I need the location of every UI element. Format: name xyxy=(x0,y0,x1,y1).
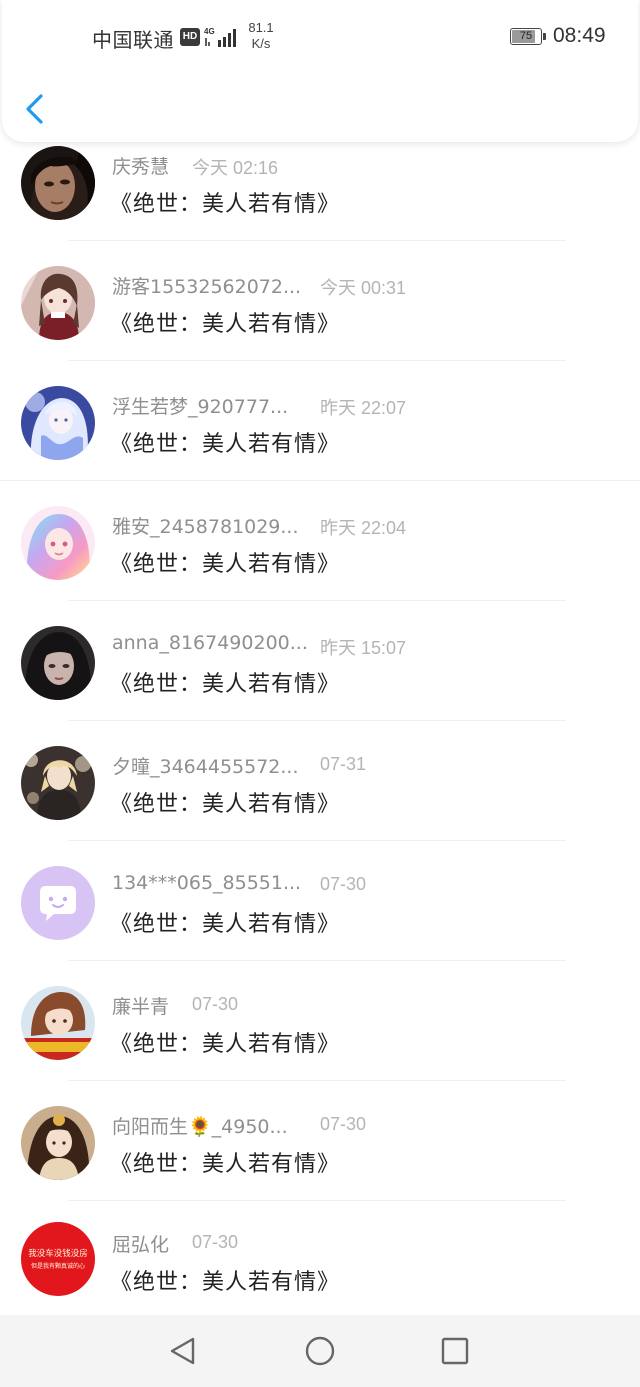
timestamp: 07-30 xyxy=(192,1232,239,1252)
list-item[interactable]: 夕曈_3464455572... 07-31 《绝世：美人若有情》 xyxy=(0,742,640,862)
sender-name: 廉半青 xyxy=(112,996,170,1018)
list-item[interactable]: 廉半青 07-30 《绝世：美人若有情》 xyxy=(0,982,640,1102)
battery-tip xyxy=(543,33,546,40)
timestamp: 今天 02:16 xyxy=(192,158,279,178)
book-title: 《绝世：美人若有情》 xyxy=(110,792,341,817)
avatar[interactable] xyxy=(21,986,95,1060)
timestamp: 07-30 xyxy=(320,1114,367,1134)
network-speed: 81.1 K/s xyxy=(246,20,276,52)
status-bar: 中国联通 HD 4G 81.1 K/s 75 08:49 xyxy=(2,0,638,76)
book-title: 《绝世：美人若有情》 xyxy=(110,552,341,577)
square-recents-icon xyxy=(441,1337,469,1365)
avatar[interactable]: 我没车没钱没房 但是我有颗真诚的心 xyxy=(21,1222,95,1296)
book-title: 《绝世：美人若有情》 xyxy=(110,312,341,337)
list-item[interactable]: anna_8167490200... 昨天 15:07 《绝世：美人若有情》 xyxy=(0,622,640,742)
message-list-screen: 庆秀慧 今天 02:16 《绝世：美人若有情》 游客15532562072...… xyxy=(0,0,640,1387)
list-item[interactable]: 浮生若梦_920777... 昨天 22:07 《绝世：美人若有情》 xyxy=(0,382,640,502)
divider xyxy=(68,240,566,241)
avatar[interactable] xyxy=(21,506,95,580)
network-type: 4G xyxy=(204,27,215,36)
header: 中国联通 HD 4G 81.1 K/s 75 08:49 xyxy=(2,0,638,142)
sender-name: 浮生若梦_920777... xyxy=(112,396,289,418)
sender-name: 屈弘化 xyxy=(112,1234,170,1256)
timestamp: 07-30 xyxy=(320,874,367,894)
sender-name: 134***065_85551... xyxy=(112,872,302,894)
book-title: 《绝世：美人若有情》 xyxy=(110,432,341,457)
speed-value: 81.1 xyxy=(248,20,274,35)
avatar[interactable] xyxy=(21,866,95,940)
divider xyxy=(0,480,640,481)
nav-recents-button[interactable] xyxy=(435,1333,475,1369)
avatar[interactable] xyxy=(21,386,95,460)
divider xyxy=(68,1200,566,1201)
avatar[interactable] xyxy=(21,266,95,340)
sender-name: 夕曈_3464455572... xyxy=(112,756,299,778)
book-title: 《绝世：美人若有情》 xyxy=(110,1032,341,1057)
timestamp: 今天 00:31 xyxy=(320,278,407,298)
book-title: 《绝世：美人若有情》 xyxy=(110,912,341,937)
list-item[interactable]: 庆秀慧 今天 02:16 《绝世：美人若有情》 xyxy=(0,142,640,262)
sender-name: anna_8167490200... xyxy=(112,632,308,654)
list-item[interactable]: 游客15532562072... 今天 00:31 《绝世：美人若有情》 xyxy=(0,262,640,382)
avatar[interactable] xyxy=(21,146,95,220)
clock: 08:49 xyxy=(553,24,606,47)
list-item[interactable]: 我没车没钱没房 但是我有颗真诚的心 屈弘化 07-30 《绝世：美人若有情》 xyxy=(0,1222,640,1315)
battery-level: 75 xyxy=(519,30,533,42)
back-button[interactable] xyxy=(16,88,56,130)
signal-icon: 4G xyxy=(204,27,236,47)
book-title: 《绝世：美人若有情》 xyxy=(110,672,341,697)
hd-icon: HD xyxy=(180,28,200,46)
timestamp: 昨天 22:04 xyxy=(320,518,407,538)
speed-unit: K/s xyxy=(251,36,271,51)
avatar-text-line-1: 我没车没钱没房 xyxy=(28,1248,88,1259)
avatar[interactable] xyxy=(21,1106,95,1180)
divider xyxy=(68,720,566,721)
list-item[interactable]: 134***065_85551... 07-30 《绝世：美人若有情》 xyxy=(0,862,640,982)
sender-name: 向阳而生🌻_4950... xyxy=(112,1116,288,1138)
avatar[interactable] xyxy=(21,626,95,700)
sender-name: 雅安_2458781029... xyxy=(112,516,299,538)
message-list[interactable]: 庆秀慧 今天 02:16 《绝世：美人若有情》 游客15532562072...… xyxy=(0,0,640,1315)
timestamp: 昨天 22:07 xyxy=(320,398,407,418)
avatar-text-line-2: 但是我有颗真诚的心 xyxy=(31,1262,85,1270)
divider xyxy=(68,600,566,601)
book-title: 《绝世：美人若有情》 xyxy=(110,1152,341,1177)
book-title: 《绝世：美人若有情》 xyxy=(110,1270,341,1295)
nav-back-button[interactable] xyxy=(163,1333,203,1369)
sender-name: 庆秀慧 xyxy=(112,156,170,178)
divider xyxy=(68,1080,566,1081)
battery-icon: 75 xyxy=(510,28,542,45)
timestamp: 昨天 15:07 xyxy=(320,638,407,658)
triangle-back-icon xyxy=(170,1337,195,1365)
system-nav-bar xyxy=(0,1315,640,1387)
list-item[interactable]: 向阳而生🌻_4950... 07-30 《绝世：美人若有情》 xyxy=(0,1102,640,1222)
list-item[interactable]: 雅安_2458781029... 昨天 22:04 《绝世：美人若有情》 xyxy=(0,502,640,622)
chevron-left-icon xyxy=(26,94,43,124)
sender-name: 游客15532562072... xyxy=(112,276,302,298)
nav-home-button[interactable] xyxy=(300,1333,340,1369)
divider xyxy=(68,840,566,841)
carrier-name: 中国联通 xyxy=(92,28,174,52)
divider xyxy=(68,960,566,961)
avatar[interactable] xyxy=(21,746,95,820)
timestamp: 07-31 xyxy=(320,754,367,774)
timestamp: 07-30 xyxy=(192,994,239,1014)
book-title: 《绝世：美人若有情》 xyxy=(110,192,341,217)
divider xyxy=(68,360,566,361)
circle-home-icon xyxy=(305,1336,335,1366)
